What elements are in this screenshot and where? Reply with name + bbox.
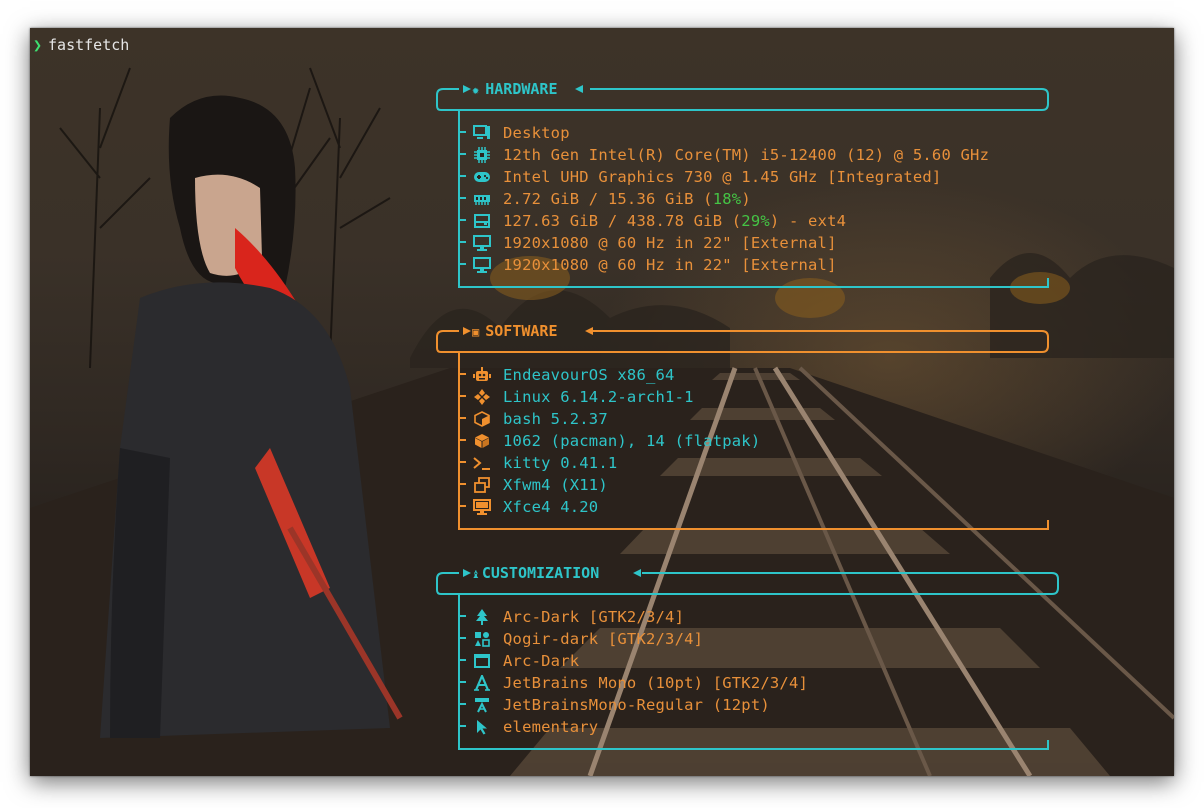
terminal-icon bbox=[472, 453, 492, 473]
customization-row-icons: Qogir-dark [GTK2/3/4] bbox=[472, 628, 703, 650]
wm-theme-value: Arc-Dark bbox=[503, 652, 580, 670]
memory-percent: 18% bbox=[712, 190, 742, 208]
terminal-value: kitty 0.41.1 bbox=[503, 454, 618, 472]
cpu-icon bbox=[472, 145, 492, 165]
box-icon: ▣ bbox=[472, 325, 480, 339]
monitor-icon bbox=[472, 255, 492, 275]
customization-row-font: JetBrains Mono (10pt) [GTK2/3/4] bbox=[472, 672, 808, 694]
customization-row-theme: Arc-Dark [GTK2/3/4] bbox=[472, 606, 684, 628]
window-theme-icon bbox=[472, 651, 492, 671]
chip-gear-icon: ✹ bbox=[472, 83, 480, 97]
window-manager-icon bbox=[472, 475, 492, 495]
terminal-font-value: JetBrainsMono-Regular (12pt) bbox=[503, 696, 770, 714]
display-2-value: 1920x1080 @ 60 Hz in 22" [External] bbox=[503, 256, 837, 274]
hardware-row-memory: 2.72 GiB / 15.36 GiB (18%) bbox=[472, 188, 751, 210]
hardware-title-label: HARDWARE bbox=[485, 80, 558, 98]
cursor-value: elementary bbox=[503, 718, 599, 736]
memory-suffix: ) bbox=[741, 190, 751, 208]
packages-value: 1062 (pacman), 14 (flatpak) bbox=[503, 432, 761, 450]
monitor-icon bbox=[472, 233, 492, 253]
disk-percent: 29% bbox=[741, 212, 770, 230]
icons-grid-icon bbox=[472, 629, 492, 649]
customization-row-terminal-font: JetBrainsMono-Regular (12pt) bbox=[472, 694, 770, 716]
memory-icon bbox=[472, 189, 492, 209]
hardware-row-display-1: 1920x1080 @ 60 Hz in 22" [External] bbox=[472, 232, 837, 254]
memory-usage-text: 2.72 GiB / 15.36 GiB ( bbox=[503, 190, 713, 208]
disk-usage-text: 127.63 GiB / 438.78 GiB ( bbox=[503, 212, 742, 230]
paint-roller-icon: ♝ bbox=[472, 567, 480, 582]
hardware-row-gpu: Intel UHD Graphics 730 @ 1.45 GHz [Integ… bbox=[472, 166, 941, 188]
hardware-row-host: Desktop bbox=[472, 122, 570, 144]
hardware-row-cpu: 12th Gen Intel(R) Core(TM) i5-12400 (12)… bbox=[472, 144, 989, 166]
customization-row-wm-theme: Arc-Dark bbox=[472, 650, 579, 672]
software-row-packages: 1062 (pacman), 14 (flatpak) bbox=[472, 430, 760, 452]
customization-section-title: ♝ CUSTOMIZATION bbox=[472, 564, 599, 582]
host-value: Desktop bbox=[503, 124, 570, 142]
kernel-icon bbox=[472, 387, 492, 407]
software-row-wm: Xfwm4 (X11) bbox=[472, 474, 608, 496]
terminal-font-icon bbox=[472, 695, 492, 715]
font-icon bbox=[472, 673, 492, 693]
cpu-value: 12th Gen Intel(R) Core(TM) i5-12400 (12)… bbox=[503, 146, 990, 164]
gpu-value: Intel UHD Graphics 730 @ 1.45 GHz [Integ… bbox=[503, 168, 942, 186]
software-title-label: SOFTWARE bbox=[485, 322, 558, 340]
software-row-kernel: Linux 6.14.2-arch1-1 bbox=[472, 386, 694, 408]
software-row-os: EndeavourOS x86_64 bbox=[472, 364, 675, 386]
software-row-terminal: kitty 0.41.1 bbox=[472, 452, 617, 474]
hardware-row-display-2: 1920x1080 @ 60 Hz in 22" [External] bbox=[472, 254, 837, 276]
robot-icon bbox=[472, 365, 492, 385]
theme-value: Arc-Dark [GTK2/3/4] bbox=[503, 608, 685, 626]
memory-value: 2.72 GiB / 15.36 GiB (18%) bbox=[503, 190, 751, 208]
os-value: EndeavourOS x86_64 bbox=[503, 366, 675, 384]
wm-value: Xfwm4 (X11) bbox=[503, 476, 608, 494]
customization-row-cursor: elementary bbox=[472, 716, 598, 738]
disk-value: 127.63 GiB / 438.78 GiB (29%) - ext4 bbox=[503, 212, 846, 230]
icons-value: Qogir-dark [GTK2/3/4] bbox=[503, 630, 704, 648]
tree-icon bbox=[472, 607, 492, 627]
customization-title-label: CUSTOMIZATION bbox=[481, 564, 600, 582]
desktop-environment-icon bbox=[472, 497, 492, 517]
font-value: JetBrains Mono (10pt) [GTK2/3/4] bbox=[503, 674, 809, 692]
disk-icon bbox=[472, 211, 492, 231]
hardware-section-title: ✹ HARDWARE bbox=[472, 80, 557, 98]
display-1-value: 1920x1080 @ 60 Hz in 22" [External] bbox=[503, 234, 837, 252]
kernel-value: Linux 6.14.2-arch1-1 bbox=[503, 388, 694, 406]
software-section-title: ▣ SOFTWARE bbox=[472, 322, 557, 340]
gamepad-icon bbox=[472, 167, 492, 187]
package-icon bbox=[472, 431, 492, 451]
software-row-de: Xfce4 4.20 bbox=[472, 496, 598, 518]
disk-suffix: ) - ext4 bbox=[769, 212, 847, 230]
software-row-shell: bash 5.2.37 bbox=[472, 408, 608, 430]
shell-value: bash 5.2.37 bbox=[503, 410, 608, 428]
de-value: Xfce4 4.20 bbox=[503, 498, 599, 516]
hardware-row-disk: 127.63 GiB / 438.78 GiB (29%) - ext4 bbox=[472, 210, 846, 232]
terminal-window[interactable]: ❯ fastfetch ✹ HARDWARE Desktop 12th Gen … bbox=[30, 28, 1174, 776]
cursor-icon bbox=[472, 717, 492, 737]
desktop-icon bbox=[472, 123, 492, 143]
shell-cube-icon bbox=[472, 409, 492, 429]
